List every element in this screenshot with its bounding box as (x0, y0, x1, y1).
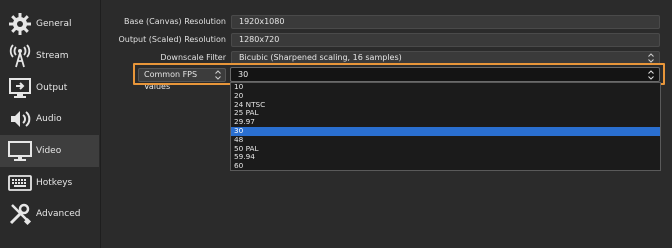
output-resolution-combo[interactable]: 1280x720 (231, 33, 660, 47)
sidebar-item-stream[interactable]: Stream (0, 40, 99, 72)
sidebar-item-hotkeys[interactable]: Hotkeys (0, 167, 99, 199)
base-resolution-label: Base (Canvas) Resolution (124, 17, 226, 26)
fps-option[interactable]: 25 PAL (231, 109, 660, 118)
chevron-updown-icon (648, 70, 654, 80)
fps-option[interactable]: 50 PAL (231, 144, 660, 154)
sidebar-item-label: Advanced (36, 209, 81, 219)
downscale-filter-value: Bicubic (Sharpened scaling, 16 samples) (239, 53, 402, 62)
chevron-updown-icon (648, 53, 654, 63)
downscale-filter-label: Downscale Filter (160, 53, 226, 62)
stream-icon (7, 44, 33, 68)
settings-sidebar: General Stream Output Audio Video Hotkey… (0, 0, 101, 248)
output-icon (7, 76, 33, 100)
fps-dropdown-list[interactable]: 10 20 24 NTSC 25 PAL 29.97 30 48 50 PAL … (230, 82, 661, 171)
chevron-updown-icon (215, 70, 221, 80)
sidebar-item-output[interactable]: Output (0, 72, 99, 104)
output-resolution-value: 1280x720 (239, 35, 280, 44)
fps-option[interactable]: 59.94 (231, 153, 660, 162)
fps-option[interactable]: 60 (231, 161, 660, 171)
output-resolution-label: Output (Scaled) Resolution (118, 35, 226, 44)
fps-option[interactable]: 20 (231, 91, 660, 101)
fps-option[interactable]: 10 (231, 82, 660, 92)
base-resolution-combo[interactable]: 1920x1080 (231, 15, 660, 29)
sidebar-item-label: Output (36, 83, 68, 93)
fps-option[interactable]: 48 (231, 135, 660, 145)
sidebar-item-label: Hotkeys (36, 178, 73, 188)
downscale-filter-combo[interactable]: Bicubic (Sharpened scaling, 16 samples) (231, 51, 660, 65)
fps-option[interactable]: 24 NTSC (231, 100, 660, 110)
gear-icon (7, 12, 33, 36)
fps-type-value: Common FPS Values (144, 70, 198, 91)
sidebar-item-audio[interactable]: Audio (0, 103, 99, 135)
fps-option[interactable]: 29.97 (231, 117, 660, 127)
sidebar-item-general[interactable]: General (0, 8, 99, 40)
base-resolution-value: 1920x1080 (239, 17, 285, 26)
monitor-icon (7, 139, 33, 163)
sidebar-item-label: General (36, 19, 72, 29)
keyboard-icon (7, 171, 33, 195)
fps-option-selected[interactable]: 30 (231, 126, 660, 136)
fps-value: 30 (238, 70, 249, 79)
sidebar-item-video[interactable]: Video (0, 135, 99, 167)
tools-icon (7, 202, 33, 226)
sidebar-item-advanced[interactable]: Advanced (0, 198, 99, 230)
speaker-icon (7, 107, 33, 131)
sidebar-item-label: Video (36, 146, 62, 156)
fps-type-select[interactable]: Common FPS Values (138, 68, 226, 91)
sidebar-item-label: Stream (36, 51, 69, 61)
sidebar-item-label: Audio (36, 114, 62, 124)
fps-value-combo[interactable]: 30 (230, 67, 660, 82)
